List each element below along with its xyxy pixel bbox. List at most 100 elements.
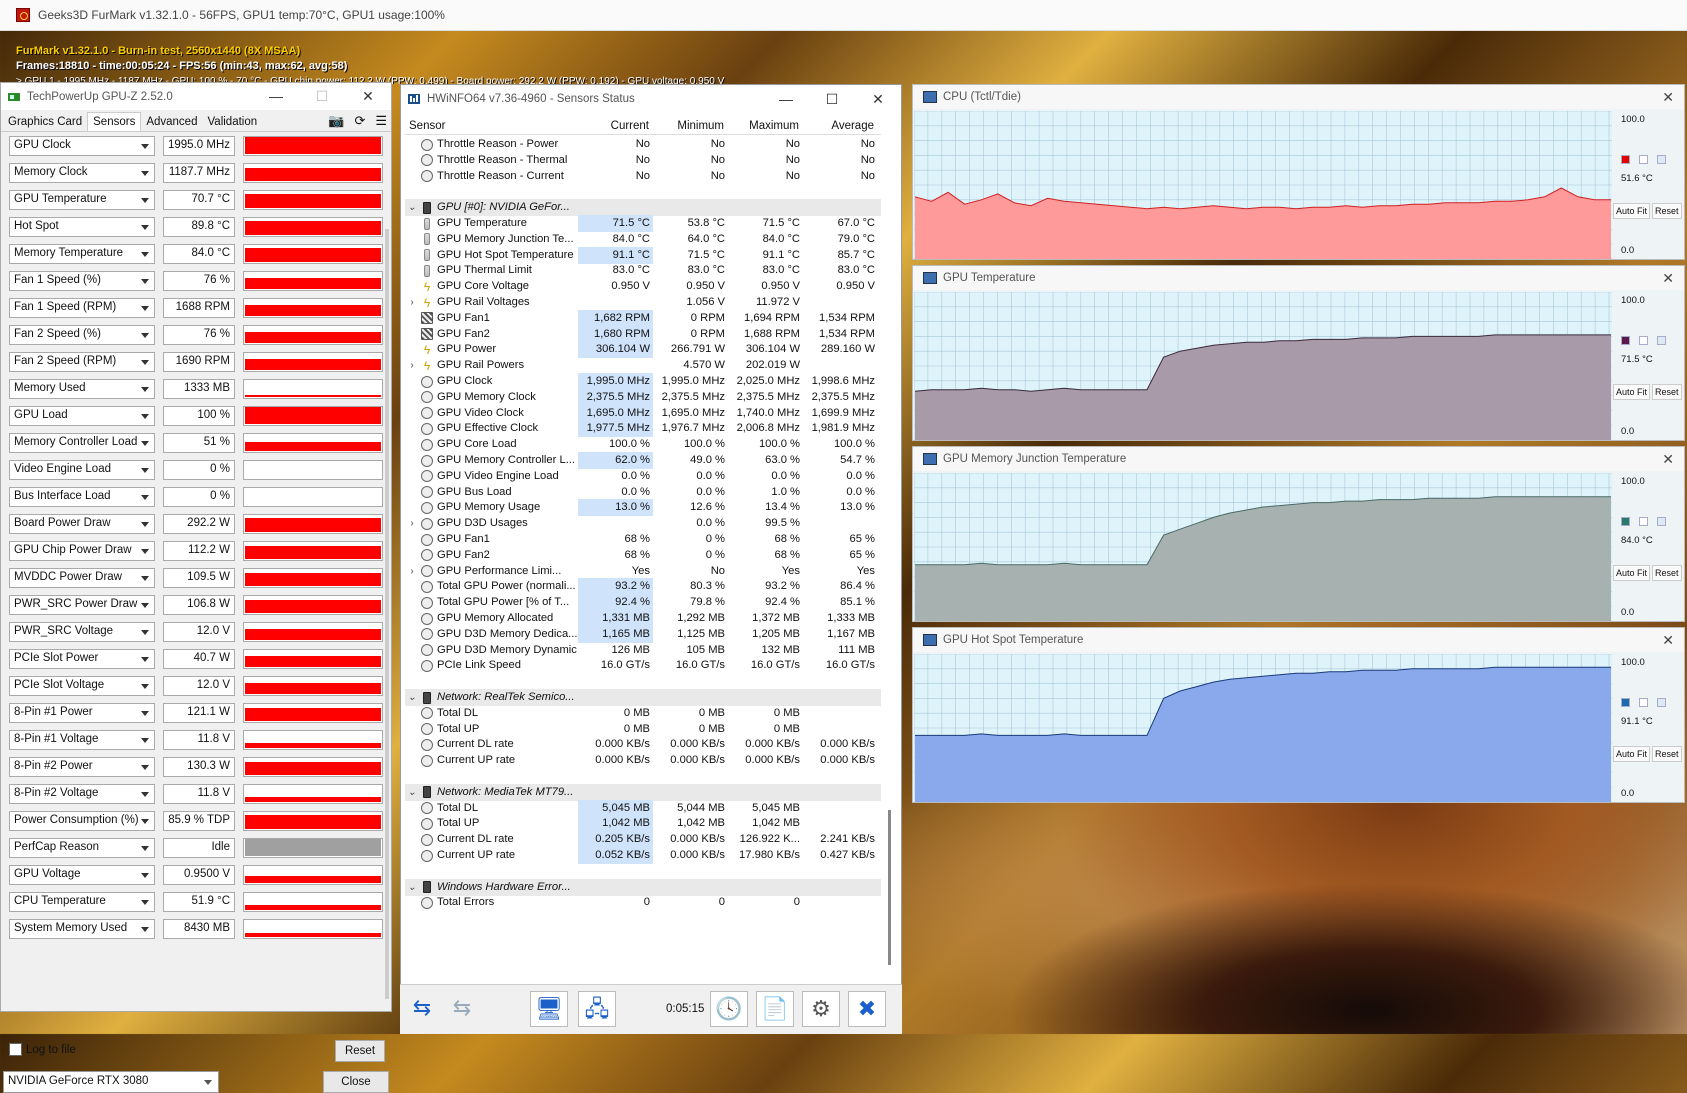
sensor-row[interactable]: Throttle Reason - Thermal No No No No [405,152,881,169]
sensor-name-dropdown[interactable]: PCIe Slot Power [9,649,155,669]
sensor-group-header[interactable]: ⌄ GPU [#0]: NVIDIA GeFor... [405,199,881,217]
sensor-row[interactable]: GPU Effective Clock 1,977.5 MHz 1,976.7 … [405,420,881,438]
sensor-row[interactable]: GPU Fan2 1,680 RPM 0 RPM 1,688 RPM 1,534… [405,325,881,343]
sensor-row[interactable]: GPU D3D Memory Dynamic 126 MB 105 MB 132… [405,642,881,659]
sensor-name-dropdown[interactable]: Hot Spot [9,217,155,237]
sensor-row[interactable]: GPU Core Load 100.0 % 100.0 % 100.0 % 10… [405,436,881,453]
graph-close-icon[interactable]: ✕ [1662,89,1674,106]
sensor-name-dropdown[interactable]: Bus Interface Load [9,487,155,507]
refresh-icon[interactable]: ⟳ [354,113,365,129]
auto-fit-button[interactable]: Auto Fit [1613,203,1651,219]
sensor-row[interactable]: Current DL rate 0.000 KB/s 0.000 KB/s 0.… [405,736,881,753]
sensor-row[interactable]: Total GPU Power (normali... 93.2 % 80.3 … [405,578,881,596]
sensor-name-dropdown[interactable]: Memory Used [9,379,155,399]
color-swatch[interactable] [1639,698,1648,707]
sensor-row[interactable]: Total UP 1,042 MB 1,042 MB 1,042 MB [405,815,881,833]
series-color-swatch[interactable] [1621,517,1630,526]
sensor-name-dropdown[interactable]: Memory Temperature [9,244,155,264]
sensor-row[interactable]: › ϟ GPU Rail Voltages 1.056 V 11.972 V [405,294,881,311]
sensor-row[interactable]: GPU Bus Load 0.0 % 0.0 % 1.0 % 0.0 % [405,484,881,501]
sensor-row[interactable]: GPU Memory Junction Te... 84.0 °C 64.0 °… [405,231,881,248]
color-swatch[interactable] [1657,517,1666,526]
sensor-row[interactable]: PCIe Link Speed 16.0 GT/s 16.0 GT/s 16.0… [405,657,881,674]
color-swatch[interactable] [1639,517,1648,526]
graph-close-icon[interactable]: ✕ [1662,451,1674,468]
reset-graph-button[interactable]: Reset [1652,384,1682,400]
hw-close-window-button[interactable]: ✕ [855,91,901,108]
sensor-name-dropdown[interactable]: Fan 1 Speed (%) [9,271,155,291]
series-color-swatch[interactable] [1621,155,1630,164]
tab-sensors[interactable]: Sensors [87,112,142,131]
sensor-row[interactable]: GPU Fan1 68 % 0 % 68 % 65 % [405,531,881,548]
sensor-name-dropdown[interactable]: GPU Voltage [9,865,155,885]
reset-graph-button[interactable]: Reset [1652,746,1682,762]
sensor-row[interactable]: › ϟ GPU Rail Powers 4.570 W 202.019 W [405,357,881,374]
camera-icon[interactable]: 📷 [328,113,344,129]
sensor-row[interactable]: GPU Video Clock 1,695.0 MHz 1,695.0 MHz … [405,404,881,422]
series-color-swatch[interactable] [1621,698,1630,707]
collapse-icon[interactable]: ⌄ [405,879,419,896]
col-maximum[interactable]: Maximum [728,117,803,134]
col-average[interactable]: Average [803,117,878,134]
log-to-file-checkbox[interactable] [9,1043,22,1056]
sensor-row[interactable]: GPU Clock 1,995.0 MHz 1,995.0 MHz 2,025.… [405,373,881,390]
auto-fit-button[interactable]: Auto Fit [1613,746,1651,762]
sensor-name-dropdown[interactable]: 8-Pin #1 Power [9,703,155,723]
settings-gear-icon[interactable]: ⚙ [802,991,840,1027]
sensor-name-dropdown[interactable]: GPU Temperature [9,190,155,210]
sensor-row[interactable]: Total GPU Power [% of T... 92.4 % 79.8 %… [405,594,881,612]
sensor-row[interactable]: Throttle Reason - Current No No No No [405,168,881,185]
sensor-row[interactable]: Total DL 5,045 MB 5,044 MB 5,045 MB [405,799,881,817]
sensor-row[interactable]: GPU Hot Spot Temperature 91.1 °C 71.5 °C… [405,246,881,264]
sensor-name-dropdown[interactable]: PerfCap Reason [9,838,155,858]
sensor-row[interactable]: Total UP 0 MB 0 MB 0 MB [405,721,881,738]
sensor-row[interactable]: ϟ GPU Power 306.104 W 266.791 W 306.104 W… [405,341,881,359]
close-x-icon[interactable]: ✖ [848,991,886,1027]
clock-icon[interactable]: 🕓 [710,991,748,1027]
sensor-name-dropdown[interactable]: Memory Clock [9,163,155,183]
collapse-icon[interactable]: ⌄ [405,199,419,216]
expand-icon[interactable]: › [405,357,419,374]
sensor-row[interactable]: GPU Memory Controller L... 62.0 % 49.0 %… [405,452,881,469]
col-minimum[interactable]: Minimum [653,117,728,134]
sensor-row[interactable]: GPU Fan1 1,682 RPM 0 RPM 1,694 RPM 1,534… [405,309,881,327]
sensor-row[interactable]: GPU Video Engine Load 0.0 % 0.0 % 0.0 % … [405,468,881,485]
sensor-name-dropdown[interactable]: Fan 2 Speed (RPM) [9,352,155,372]
sensor-row[interactable]: GPU Memory Clock 2,375.5 MHz 2,375.5 MHz… [405,388,881,406]
sensor-row[interactable]: Current UP rate 0.052 KB/s 0.000 KB/s 17… [405,847,881,864]
network-icon[interactable]: 🖧 [578,991,616,1027]
tab-validation[interactable]: Validation [202,113,262,131]
sensor-name-dropdown[interactable]: Fan 2 Speed (%) [9,325,155,345]
sensor-row[interactable]: GPU D3D Memory Dedica... 1,165 MB 1,125 … [405,625,881,643]
auto-fit-button[interactable]: Auto Fit [1613,384,1651,400]
color-swatch[interactable] [1639,155,1648,164]
graph-close-icon[interactable]: ✕ [1662,632,1674,649]
menu-icon[interactable]: ☰ [375,113,387,129]
sensor-name-dropdown[interactable]: PWR_SRC Power Draw [9,595,155,615]
close-button[interactable]: Close [323,1071,389,1093]
sensor-name-dropdown[interactable]: GPU Clock [9,136,155,156]
collapse-icon[interactable]: ⌄ [405,689,419,706]
gpuz-scrollbar[interactable] [385,229,389,999]
color-swatch[interactable] [1657,336,1666,345]
expand-icon[interactable]: › [405,515,419,532]
tab-graphics-card[interactable]: Graphics Card [3,113,87,131]
sensor-row[interactable]: GPU Fan2 68 % 0 % 68 % 65 % [405,547,881,564]
color-swatch[interactable] [1657,698,1666,707]
log-to-file[interactable]: Log to file [9,1043,76,1056]
reset-graph-button[interactable]: Reset [1652,565,1682,581]
sensor-row[interactable]: Total Errors 0 0 0 [405,894,881,911]
sensor-row[interactable]: Throttle Reason - Power No No No No [405,136,881,153]
sensor-row[interactable]: Total DL 0 MB 0 MB 0 MB [405,705,881,722]
sensor-name-dropdown[interactable]: 8-Pin #2 Power [9,757,155,777]
monitor-icon[interactable]: 🖥 [530,991,568,1027]
sensor-row[interactable]: ϟ GPU Core Voltage 0.950 V 0.950 V 0.950 … [405,278,881,295]
col-current[interactable]: Current [578,117,653,134]
sensor-name-dropdown[interactable]: CPU Temperature [9,892,155,912]
sensor-row[interactable]: GPU Memory Allocated 1,331 MB 1,292 MB 1… [405,610,881,627]
sensor-row[interactable]: › GPU Performance Limi... Yes No Yes Yes [405,563,881,580]
graph-close-icon[interactable]: ✕ [1662,270,1674,287]
sensor-group-header[interactable]: ⌄ Network: MediaTek MT79... [405,783,881,801]
nav-arrows-icon[interactable]: ⇆ [404,991,440,1027]
sensor-name-dropdown[interactable]: Board Power Draw [9,514,155,534]
